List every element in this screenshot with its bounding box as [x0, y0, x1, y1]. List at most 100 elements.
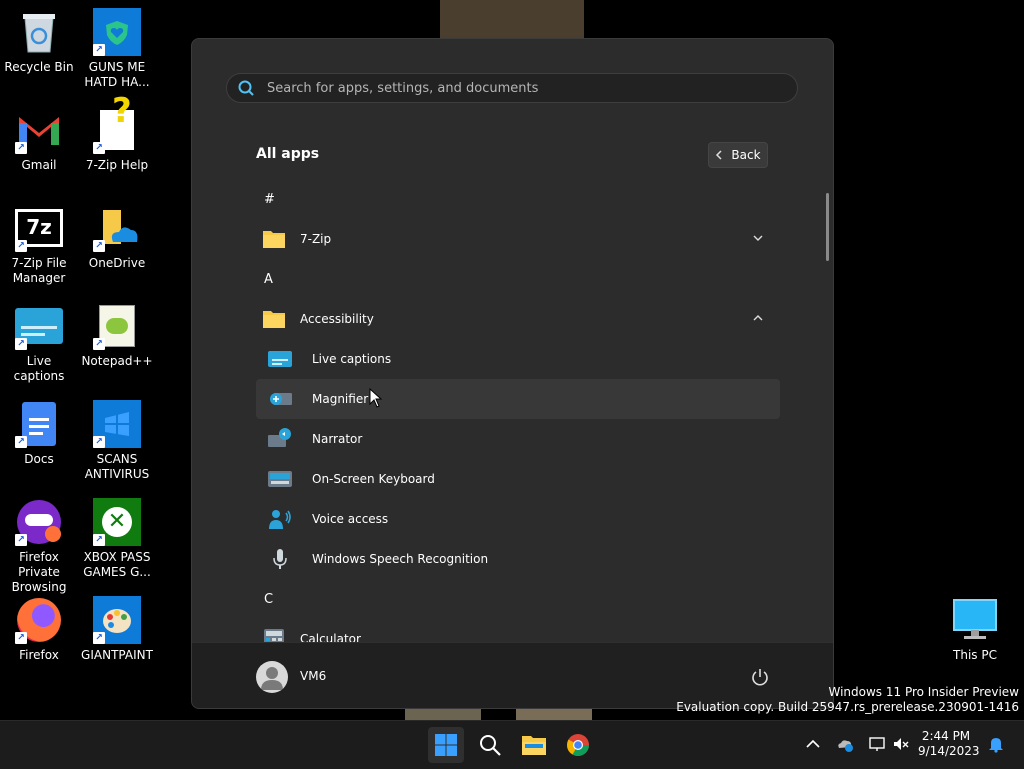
live-captions-icon	[268, 351, 292, 367]
app-voice-access[interactable]: Voice access	[256, 499, 780, 539]
gmail-icon: ↗	[15, 106, 63, 154]
user-name[interactable]: VM6	[300, 669, 326, 683]
folder-7zip[interactable]: 7-Zip	[256, 219, 780, 259]
all-apps-list: # 7-Zip A Accessibility Live captions Ma…	[256, 179, 780, 642]
app-magnifier[interactable]: Magnifier	[256, 379, 780, 419]
notification-bell-icon[interactable]	[987, 735, 1005, 753]
help-question-icon: ? ↗	[93, 94, 141, 154]
taskbar: 2:44 PM 9/14/2023	[0, 720, 1024, 769]
shortcut-arrow-icon: ↗	[93, 142, 105, 154]
desktop-icon-7zip-manager[interactable]: 7z ↗ 7-Zip File Manager	[0, 204, 78, 286]
live-captions-icon: ↗	[15, 302, 63, 350]
xbox-icon: ✕ ↗	[93, 498, 141, 546]
start-button[interactable]	[428, 727, 464, 763]
heart-shield-icon: ↗	[93, 8, 141, 56]
user-avatar[interactable]	[256, 661, 288, 693]
search-icon	[238, 80, 254, 96]
app-calculator[interactable]: Calculator	[256, 619, 780, 642]
folder-icon	[263, 231, 285, 248]
desktop-icon-7zip-help[interactable]: ? ↗ 7-Zip Help	[78, 94, 156, 173]
shortcut-arrow-icon: ↗	[15, 338, 27, 350]
letter-header-a[interactable]: A	[256, 259, 780, 299]
app-on-screen-keyboard[interactable]: On-Screen Keyboard	[256, 459, 780, 499]
app-voice-access-label: Voice access	[312, 512, 389, 526]
file-explorer-button[interactable]	[516, 727, 552, 763]
desktop-icon-firefox-private[interactable]: ↗ Firefox Private Browsing	[0, 498, 78, 595]
file-explorer-icon	[522, 736, 546, 755]
windows-store-icon: ↗	[93, 400, 141, 448]
calculator-icon	[264, 629, 284, 642]
shortcut-arrow-icon: ↗	[93, 240, 105, 252]
user-icon	[261, 667, 283, 690]
shortcut-arrow-icon: ↗	[15, 142, 27, 154]
shortcut-arrow-icon: ↗	[15, 240, 27, 252]
all-apps-title: All apps	[256, 146, 320, 162]
microphone-icon	[273, 549, 287, 569]
monitor-icon	[951, 596, 999, 644]
shortcut-arrow-icon: ↗	[93, 632, 105, 644]
back-button[interactable]: Back	[708, 142, 768, 168]
desktop-icon-guns[interactable]: ↗ GUNS ME HATD HA...	[78, 8, 156, 90]
shortcut-arrow-icon: ↗	[15, 436, 27, 448]
desktop-icon-docs[interactable]: ↗ Docs	[0, 400, 78, 467]
app-live-captions-label: Live captions	[312, 352, 392, 366]
chrome-icon	[567, 734, 589, 756]
app-narrator[interactable]: Narrator	[256, 419, 780, 459]
taskbar-clock[interactable]: 2:44 PM 9/14/2023	[918, 729, 980, 759]
desktop-icon-giantpaint[interactable]: ↗ GIANTPAINT	[78, 596, 156, 663]
shortcut-arrow-icon: ↗	[93, 534, 105, 546]
chevron-down-icon	[753, 235, 763, 241]
start-icon	[435, 734, 457, 756]
firefox-private-icon: ↗	[15, 498, 63, 546]
volume-muted-icon[interactable]	[892, 735, 910, 753]
desktop-icon-xbox-pass[interactable]: ✕ ↗ XBOX PASS GAMES G...	[78, 498, 156, 580]
search-input[interactable]	[265, 79, 769, 97]
recycle-bin-icon	[15, 8, 63, 56]
start-search-box[interactable]	[226, 73, 798, 103]
wallpaper-art-top	[440, 0, 584, 38]
watermark-line-2: Evaluation copy. Build 25947.rs_prerelea…	[676, 700, 1019, 714]
app-magnifier-label: Magnifier	[312, 392, 369, 406]
desktop-icon-firefox[interactable]: ↗ Firefox	[0, 596, 78, 663]
paint-palette-icon: ↗	[93, 596, 141, 644]
letter-header-hash[interactable]: #	[256, 179, 780, 219]
folder-icon	[263, 311, 285, 328]
watermark-line-1: Windows 11 Pro Insider Preview	[828, 685, 1019, 699]
desktop-icon-recycle-bin[interactable]: Recycle Bin	[0, 8, 78, 75]
app-calculator-label: Calculator	[300, 632, 361, 642]
chevron-up-icon	[753, 315, 763, 321]
start-menu: All apps Back # 7-Zip A Accessibility Li…	[191, 38, 834, 709]
letter-header-c[interactable]: C	[256, 579, 780, 619]
onedrive-sync-icon[interactable]	[836, 735, 854, 753]
network-icon[interactable]	[868, 735, 886, 753]
magnifier-icon	[270, 393, 292, 405]
taskbar-search-button[interactable]	[472, 727, 508, 763]
shortcut-arrow-icon: ↗	[93, 44, 105, 56]
shortcut-arrow-icon: ↗	[93, 436, 105, 448]
app-windows-speech-recognition-label: Windows Speech Recognition	[312, 552, 489, 566]
notepadpp-icon: ↗	[93, 302, 141, 350]
clock-date: 9/14/2023	[918, 744, 980, 758]
app-windows-speech-recognition[interactable]: Windows Speech Recognition	[256, 539, 780, 579]
folder-7zip-label: 7-Zip	[300, 232, 332, 246]
app-live-captions[interactable]: Live captions	[256, 339, 780, 379]
chrome-button[interactable]	[560, 727, 596, 763]
shortcut-arrow-icon: ↗	[15, 534, 27, 546]
folder-accessibility-label: Accessibility	[300, 312, 374, 326]
chevron-up-icon[interactable]	[804, 735, 822, 753]
desktop-icon-gmail[interactable]: ↗ Gmail	[0, 106, 78, 173]
folder-accessibility[interactable]: Accessibility	[256, 299, 780, 339]
desktop-icon-notepadpp[interactable]: ↗ Notepad++	[78, 302, 156, 369]
search-icon	[480, 735, 501, 756]
desktop-icon-onedrive[interactable]: ↗ OneDrive	[78, 204, 156, 271]
power-icon[interactable]	[750, 667, 770, 687]
app-narrator-label: Narrator	[312, 432, 363, 446]
voice-access-icon	[269, 510, 291, 529]
desktop-icon-scans-antivirus[interactable]: ↗ SCANS ANTIVIRUS	[78, 400, 156, 482]
all-apps-scrollbar[interactable]	[826, 193, 829, 261]
firefox-icon: ↗	[15, 596, 63, 644]
desktop-icon-this-pc[interactable]: This PC	[936, 596, 1014, 663]
onedrive-folder-icon: ↗	[93, 204, 141, 252]
desktop-icon-live-captions[interactable]: ↗ Live captions	[0, 302, 78, 384]
mouse-cursor-icon	[369, 388, 383, 408]
